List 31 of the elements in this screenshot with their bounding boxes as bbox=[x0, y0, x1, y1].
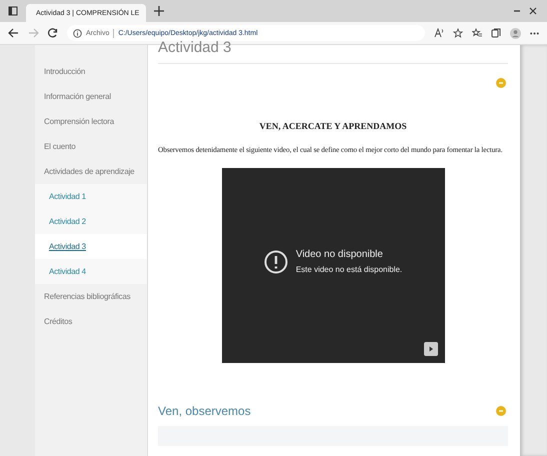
sidebar-link[interactable]: Referencias bibliográficas bbox=[35, 284, 147, 309]
play-icon[interactable] bbox=[424, 342, 438, 356]
warning-icon bbox=[264, 250, 288, 274]
sidebar-link[interactable]: Comprensión lectora bbox=[35, 109, 147, 134]
page-title: Actividad 3 bbox=[158, 39, 508, 64]
sidebar-link[interactable]: Introducción bbox=[35, 59, 147, 84]
info-icon bbox=[73, 28, 82, 38]
sidebar-link[interactable]: Actividad 3 bbox=[35, 234, 147, 259]
sidebar-link[interactable]: El cuento bbox=[35, 134, 147, 159]
favorites-icon[interactable] bbox=[472, 28, 482, 38]
video-error-title: Video no disponible bbox=[296, 249, 384, 260]
video-error-message: Este video no está disponible. bbox=[296, 265, 402, 274]
collections-icon[interactable] bbox=[491, 28, 501, 38]
close-icon[interactable] bbox=[529, 7, 537, 15]
tab-actions-icon[interactable] bbox=[8, 6, 18, 16]
video-player[interactable]: Video no disponible Este video no está disponible. bbox=[222, 168, 444, 363]
sidebar-link[interactable]: Actividad 2 bbox=[35, 209, 147, 234]
profile-icon[interactable] bbox=[510, 28, 521, 38]
sidebar-link[interactable]: Actividad 4 bbox=[35, 259, 147, 284]
read-aloud-icon[interactable] bbox=[434, 28, 444, 38]
star-plus-icon[interactable] bbox=[453, 28, 463, 38]
sidebar-link[interactable]: Créditos bbox=[35, 309, 147, 334]
sidebar-link[interactable]: Información general bbox=[35, 84, 147, 109]
back-icon[interactable] bbox=[8, 28, 19, 38]
more-icon[interactable] bbox=[530, 32, 539, 34]
sidebar-link[interactable]: Actividades de aprendizaje bbox=[35, 159, 147, 184]
sidebar-link[interactable]: Actividad 1 bbox=[35, 184, 147, 209]
new-tab-icon[interactable] bbox=[154, 6, 164, 16]
section-title: Ven, observemos bbox=[158, 404, 251, 418]
refresh-icon[interactable] bbox=[48, 28, 58, 38]
section-heading: VEN, ACERCATE Y APRENDAMOS bbox=[258, 121, 408, 131]
